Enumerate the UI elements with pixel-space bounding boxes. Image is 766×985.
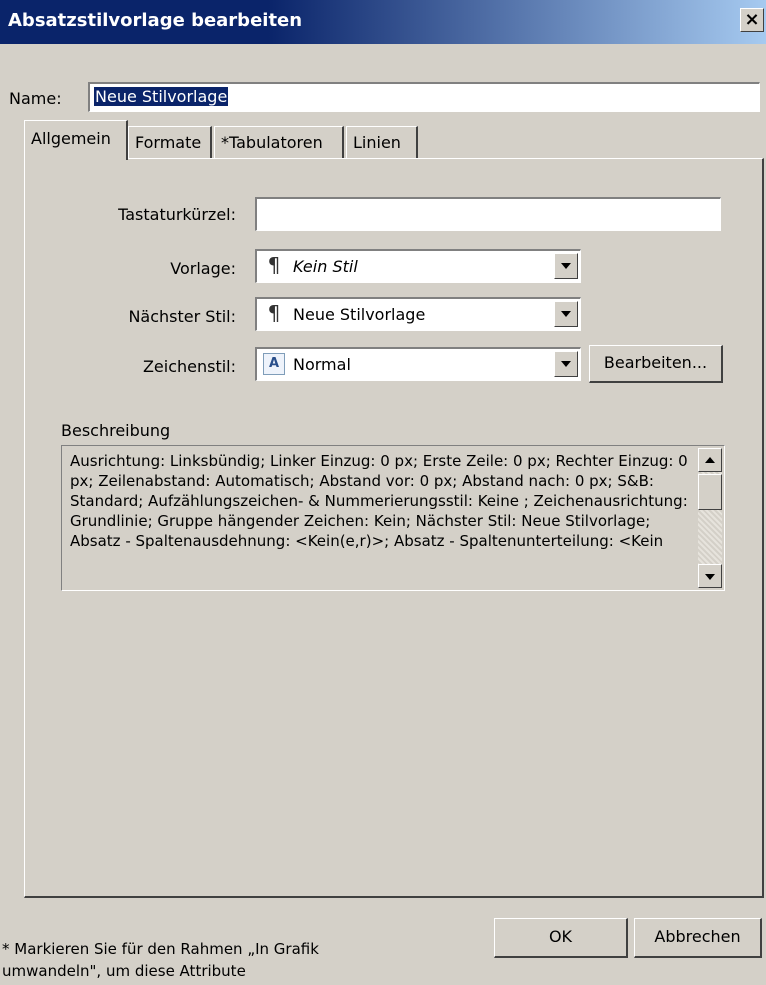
tab-linien[interactable]: Linien — [346, 126, 418, 158]
shortcut-label: Tastaturkürzel: — [118, 205, 236, 224]
tab-panel-general: Tastaturkürzel: Vorlage: ¶ Kein Stil Näc… — [24, 158, 764, 898]
shortcut-input[interactable] — [255, 197, 721, 231]
scroll-down-button[interactable] — [698, 564, 722, 588]
char-style-select[interactable]: A Normal — [255, 347, 581, 381]
chevron-down-icon — [561, 311, 571, 317]
description-box: Ausrichtung: Linksbündig; Linker Einzug:… — [61, 445, 725, 591]
next-style-label: Nächster Stil: — [128, 307, 236, 326]
char-style-select-value: Normal — [293, 355, 351, 374]
tab-label: Formate — [135, 133, 202, 152]
char-style-dropdown-button[interactable] — [554, 351, 578, 377]
cancel-button-label: Abbrechen — [654, 927, 741, 946]
name-input[interactable]: Neue Stilvorlage — [88, 82, 760, 112]
next-style-dropdown-button[interactable] — [554, 301, 578, 327]
next-style-select-value: Neue Stilvorlage — [293, 305, 426, 324]
tab-label: *Tabulatoren — [221, 133, 323, 152]
pilcrow-icon: ¶ — [267, 301, 281, 325]
char-style-label: Zeichenstil: — [142, 357, 236, 376]
close-icon: × — [744, 9, 760, 30]
tab-tabulatoren[interactable]: *Tabulatoren — [214, 126, 344, 158]
edit-button[interactable]: Bearbeiten... — [589, 345, 723, 383]
scroll-up-button[interactable] — [698, 448, 722, 472]
chevron-up-icon — [705, 457, 715, 463]
chevron-down-icon — [561, 361, 571, 367]
description-scrollbar[interactable] — [698, 448, 722, 588]
next-style-select[interactable]: ¶ Neue Stilvorlage — [255, 297, 581, 331]
dialog-title: Absatzstilvorlage bearbeiten — [8, 10, 303, 31]
edit-button-label: Bearbeiten... — [603, 353, 708, 372]
chevron-down-icon — [561, 263, 571, 269]
pilcrow-icon: ¶ — [267, 253, 281, 277]
description-text: Ausrichtung: Linksbündig; Linker Einzug:… — [70, 452, 688, 550]
scroll-thumb[interactable] — [698, 474, 722, 510]
name-label: Name: — [9, 89, 62, 108]
edit-paragraph-style-dialog: Absatzstilvorlage bearbeiten × Name: Neu… — [0, 0, 766, 985]
tab-label: Linien — [353, 133, 401, 152]
ok-button-label: OK — [548, 927, 573, 946]
name-input-value: Neue Stilvorlage — [94, 87, 229, 106]
character-style-icon: A — [263, 353, 285, 375]
tab-label: Allgemein — [31, 129, 111, 148]
tab-formate[interactable]: Formate — [128, 126, 212, 158]
tab-allgemein[interactable]: Allgemein — [24, 120, 128, 160]
template-dropdown-button[interactable] — [554, 253, 578, 279]
cancel-button[interactable]: Abbrechen — [634, 918, 762, 958]
template-select-value: Kein Stil — [293, 257, 358, 276]
description-label: Beschreibung — [61, 421, 171, 440]
chevron-down-icon — [705, 574, 715, 580]
ok-button[interactable]: OK — [494, 918, 628, 958]
title-bar[interactable]: Absatzstilvorlage bearbeiten × — [0, 0, 766, 44]
footnote: * Markieren Sie für den Rahmen „In Grafi… — [2, 940, 319, 980]
close-button[interactable]: × — [740, 8, 764, 32]
template-select[interactable]: ¶ Kein Stil — [255, 249, 581, 283]
template-label: Vorlage: — [170, 259, 236, 278]
